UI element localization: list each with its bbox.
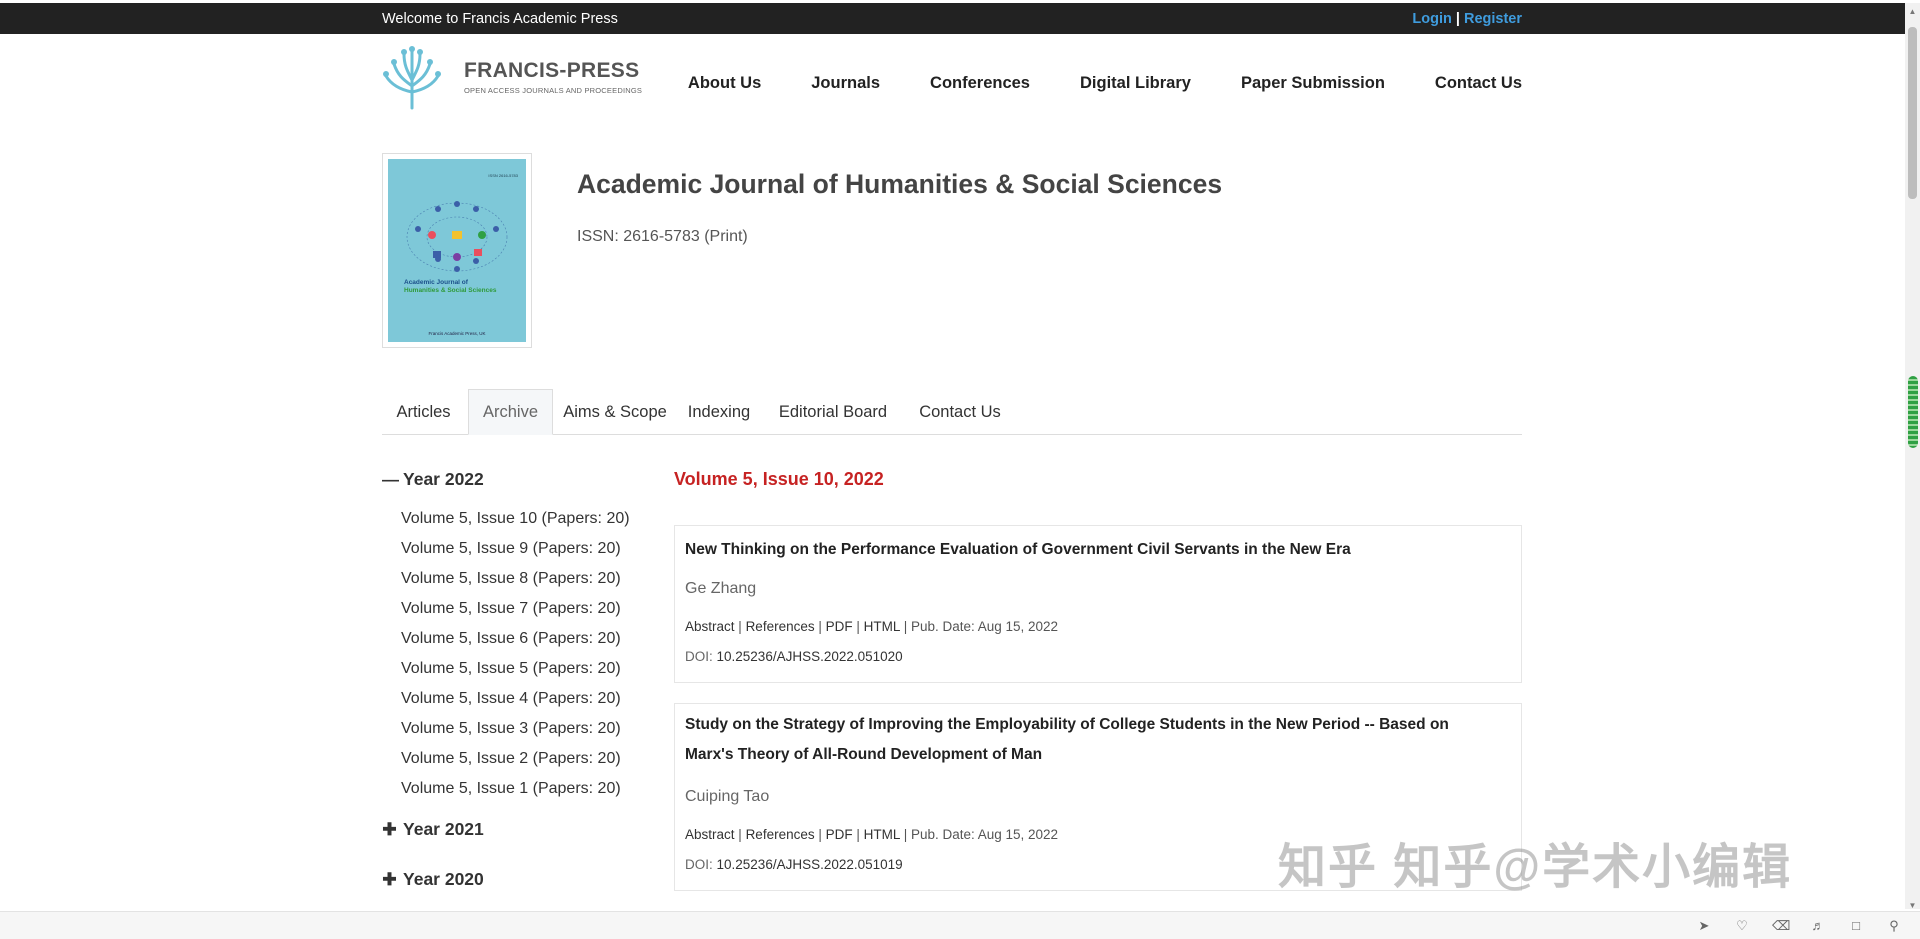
top-bar: Welcome to Francis Academic Press Login … bbox=[0, 3, 1905, 34]
tab-aims-scope[interactable]: Aims & Scope bbox=[556, 389, 674, 435]
nav-journals[interactable]: Journals bbox=[811, 74, 880, 93]
doi-label: DOI: bbox=[685, 857, 717, 872]
paper-links: Abstract | References | PDF | HTML | Pub… bbox=[685, 619, 1059, 634]
volume-link[interactable]: Volume 5, Issue 3 (Papers: 20) bbox=[401, 720, 621, 738]
journal-issn: ISSN: 2616-5783 (Print) bbox=[577, 228, 748, 245]
volume-link[interactable]: Volume 5, Issue 5 (Papers: 20) bbox=[401, 660, 621, 678]
html-link[interactable]: HTML bbox=[864, 619, 900, 634]
html-link[interactable]: HTML bbox=[864, 827, 900, 842]
minus-icon: — bbox=[382, 469, 399, 489]
references-link[interactable]: References bbox=[746, 619, 815, 634]
references-link[interactable]: References bbox=[746, 827, 815, 842]
status-bar-icons: ➤ ♡ ⌫ ♬ □ ⚲ bbox=[1696, 918, 1902, 934]
nav-paper-submission[interactable]: Paper Submission bbox=[1241, 74, 1385, 93]
year-label: Year 2020 bbox=[403, 869, 484, 889]
doi-label: DOI: bbox=[685, 649, 717, 664]
paper-links: Abstract | References | PDF | HTML | Pub… bbox=[685, 827, 1059, 842]
year-label: Year 2022 bbox=[403, 469, 484, 489]
site-header: FRANCIS-PRESS OPEN ACCESS JOURNALS AND P… bbox=[382, 46, 1522, 118]
paper-author: Cuiping Tao bbox=[685, 788, 770, 805]
journal-tabs: Articles Archive Aims & Scope Indexing E… bbox=[382, 389, 1522, 435]
year-2020-toggle[interactable]: ✚ Year 2020 bbox=[382, 869, 484, 890]
plus-icon: ✚ bbox=[382, 869, 397, 889]
tab-contact-us[interactable]: Contact Us bbox=[902, 389, 1018, 435]
trash-icon[interactable]: ⌫ bbox=[1772, 918, 1790, 934]
paper-doi: DOI: 10.25236/AJHSS.2022.051020 bbox=[685, 649, 903, 664]
speaker-icon[interactable]: ♬ bbox=[1810, 918, 1826, 934]
page-scrollbar[interactable]: ▲ ▼ bbox=[1905, 3, 1920, 910]
year-label: Year 2021 bbox=[403, 819, 484, 839]
volume-link[interactable]: Volume 5, Issue 2 (Papers: 20) bbox=[401, 750, 621, 768]
journal-title: Academic Journal of Humanities & Social … bbox=[577, 169, 1223, 199]
rocket-icon[interactable]: ➤ bbox=[1696, 918, 1712, 934]
paper-title-line2[interactable]: Marx's Theory of All-Round Development o… bbox=[685, 740, 1042, 770]
volume-link[interactable]: Volume 5, Issue 6 (Papers: 20) bbox=[401, 630, 621, 648]
cover-title-line2: Humanities & Social Sciences bbox=[404, 287, 497, 295]
volume-link[interactable]: Volume 5, Issue 1 (Papers: 20) bbox=[401, 780, 621, 798]
auth-separator: | bbox=[1455, 10, 1460, 27]
auth-links: Login | Register bbox=[1412, 11, 1522, 27]
paper-title[interactable]: New Thinking on the Performance Evaluati… bbox=[685, 535, 1351, 565]
browser-status-bar: ➤ ♡ ⌫ ♬ □ ⚲ bbox=[0, 911, 1920, 939]
doi-link[interactable]: 10.25236/AJHSS.2022.051020 bbox=[717, 649, 903, 664]
nav-conferences[interactable]: Conferences bbox=[930, 74, 1030, 93]
paper-author: Ge Zhang bbox=[685, 580, 757, 597]
doi-link[interactable]: 10.25236/AJHSS.2022.051019 bbox=[717, 857, 903, 872]
tab-articles[interactable]: Articles bbox=[382, 389, 465, 435]
zoom-icon[interactable]: ⚲ bbox=[1886, 918, 1902, 934]
site-logo[interactable]: FRANCIS-PRESS OPEN ACCESS JOURNALS AND P… bbox=[382, 46, 642, 110]
year-2022-toggle[interactable]: — Year 2022 bbox=[382, 469, 484, 490]
login-link[interactable]: Login bbox=[1412, 11, 1451, 27]
issue-title: Volume 5, Issue 10, 2022 bbox=[674, 469, 884, 489]
volume-link[interactable]: Volume 5, Issue 4 (Papers: 20) bbox=[401, 690, 621, 708]
scroll-up-arrow-icon[interactable]: ▲ bbox=[1905, 6, 1920, 18]
cover-publisher: Francis Academic Press, UK bbox=[428, 331, 486, 336]
pub-date: Pub. Date: Aug 15, 2022 bbox=[910, 619, 1059, 634]
volume-link[interactable]: Volume 5, Issue 9 (Papers: 20) bbox=[401, 540, 621, 558]
volume-link[interactable]: Volume 5, Issue 10 (Papers: 20) bbox=[401, 510, 630, 528]
paper-title-line1[interactable]: Study on the Strategy of Improving the E… bbox=[685, 710, 1449, 740]
journal-cover: ISSN 2616-5783 Academic Journal of Human… bbox=[382, 153, 532, 348]
logo-subtitle: OPEN ACCESS JOURNALS AND PROCEEDINGS bbox=[464, 86, 643, 95]
welcome-text: Welcome to Francis Academic Press bbox=[382, 10, 618, 27]
tab-archive[interactable]: Archive bbox=[468, 389, 553, 435]
pub-date: Pub. Date: Aug 15, 2022 bbox=[910, 827, 1059, 842]
nav-contact-us[interactable]: Contact Us bbox=[1435, 74, 1522, 93]
register-link[interactable]: Register bbox=[1464, 11, 1522, 27]
cover-title-line1: Academic Journal of bbox=[404, 279, 468, 286]
tree-logo-icon bbox=[383, 46, 441, 110]
plus-icon: ✚ bbox=[382, 819, 397, 839]
nav-about-us[interactable]: About Us bbox=[688, 74, 761, 93]
year-2021-toggle[interactable]: ✚ Year 2021 bbox=[382, 819, 484, 840]
logo-title: FRANCIS-PRESS bbox=[464, 59, 640, 82]
window-icon[interactable]: □ bbox=[1848, 918, 1864, 934]
paper-card: New Thinking on the Performance Evaluati… bbox=[674, 525, 1522, 683]
scrollbar-thumb[interactable] bbox=[1908, 27, 1917, 199]
abstract-link[interactable]: Abstract bbox=[685, 619, 735, 634]
main-nav: About Us Journals Conferences Digital Li… bbox=[688, 74, 1522, 93]
network-illustration-icon bbox=[406, 201, 508, 272]
scroll-indicator bbox=[1908, 376, 1918, 448]
cover-title: Academic Journal of Humanities & Social … bbox=[404, 279, 496, 296]
cover-top-label: ISSN 2616-5783 bbox=[488, 173, 518, 178]
volume-link[interactable]: Volume 5, Issue 7 (Papers: 20) bbox=[401, 600, 621, 618]
watermark: 知乎 知乎@学术小编辑 bbox=[1278, 841, 1793, 894]
tab-editorial-board[interactable]: Editorial Board bbox=[766, 389, 900, 435]
paper-doi: DOI: 10.25236/AJHSS.2022.051019 bbox=[685, 857, 903, 872]
pdf-link[interactable]: PDF bbox=[826, 619, 853, 634]
pdf-link[interactable]: PDF bbox=[826, 827, 853, 842]
heart-icon[interactable]: ♡ bbox=[1734, 918, 1750, 934]
nav-digital-library[interactable]: Digital Library bbox=[1080, 74, 1191, 93]
tab-indexing[interactable]: Indexing bbox=[675, 389, 763, 435]
volume-link[interactable]: Volume 5, Issue 8 (Papers: 20) bbox=[401, 570, 621, 588]
abstract-link[interactable]: Abstract bbox=[685, 827, 735, 842]
